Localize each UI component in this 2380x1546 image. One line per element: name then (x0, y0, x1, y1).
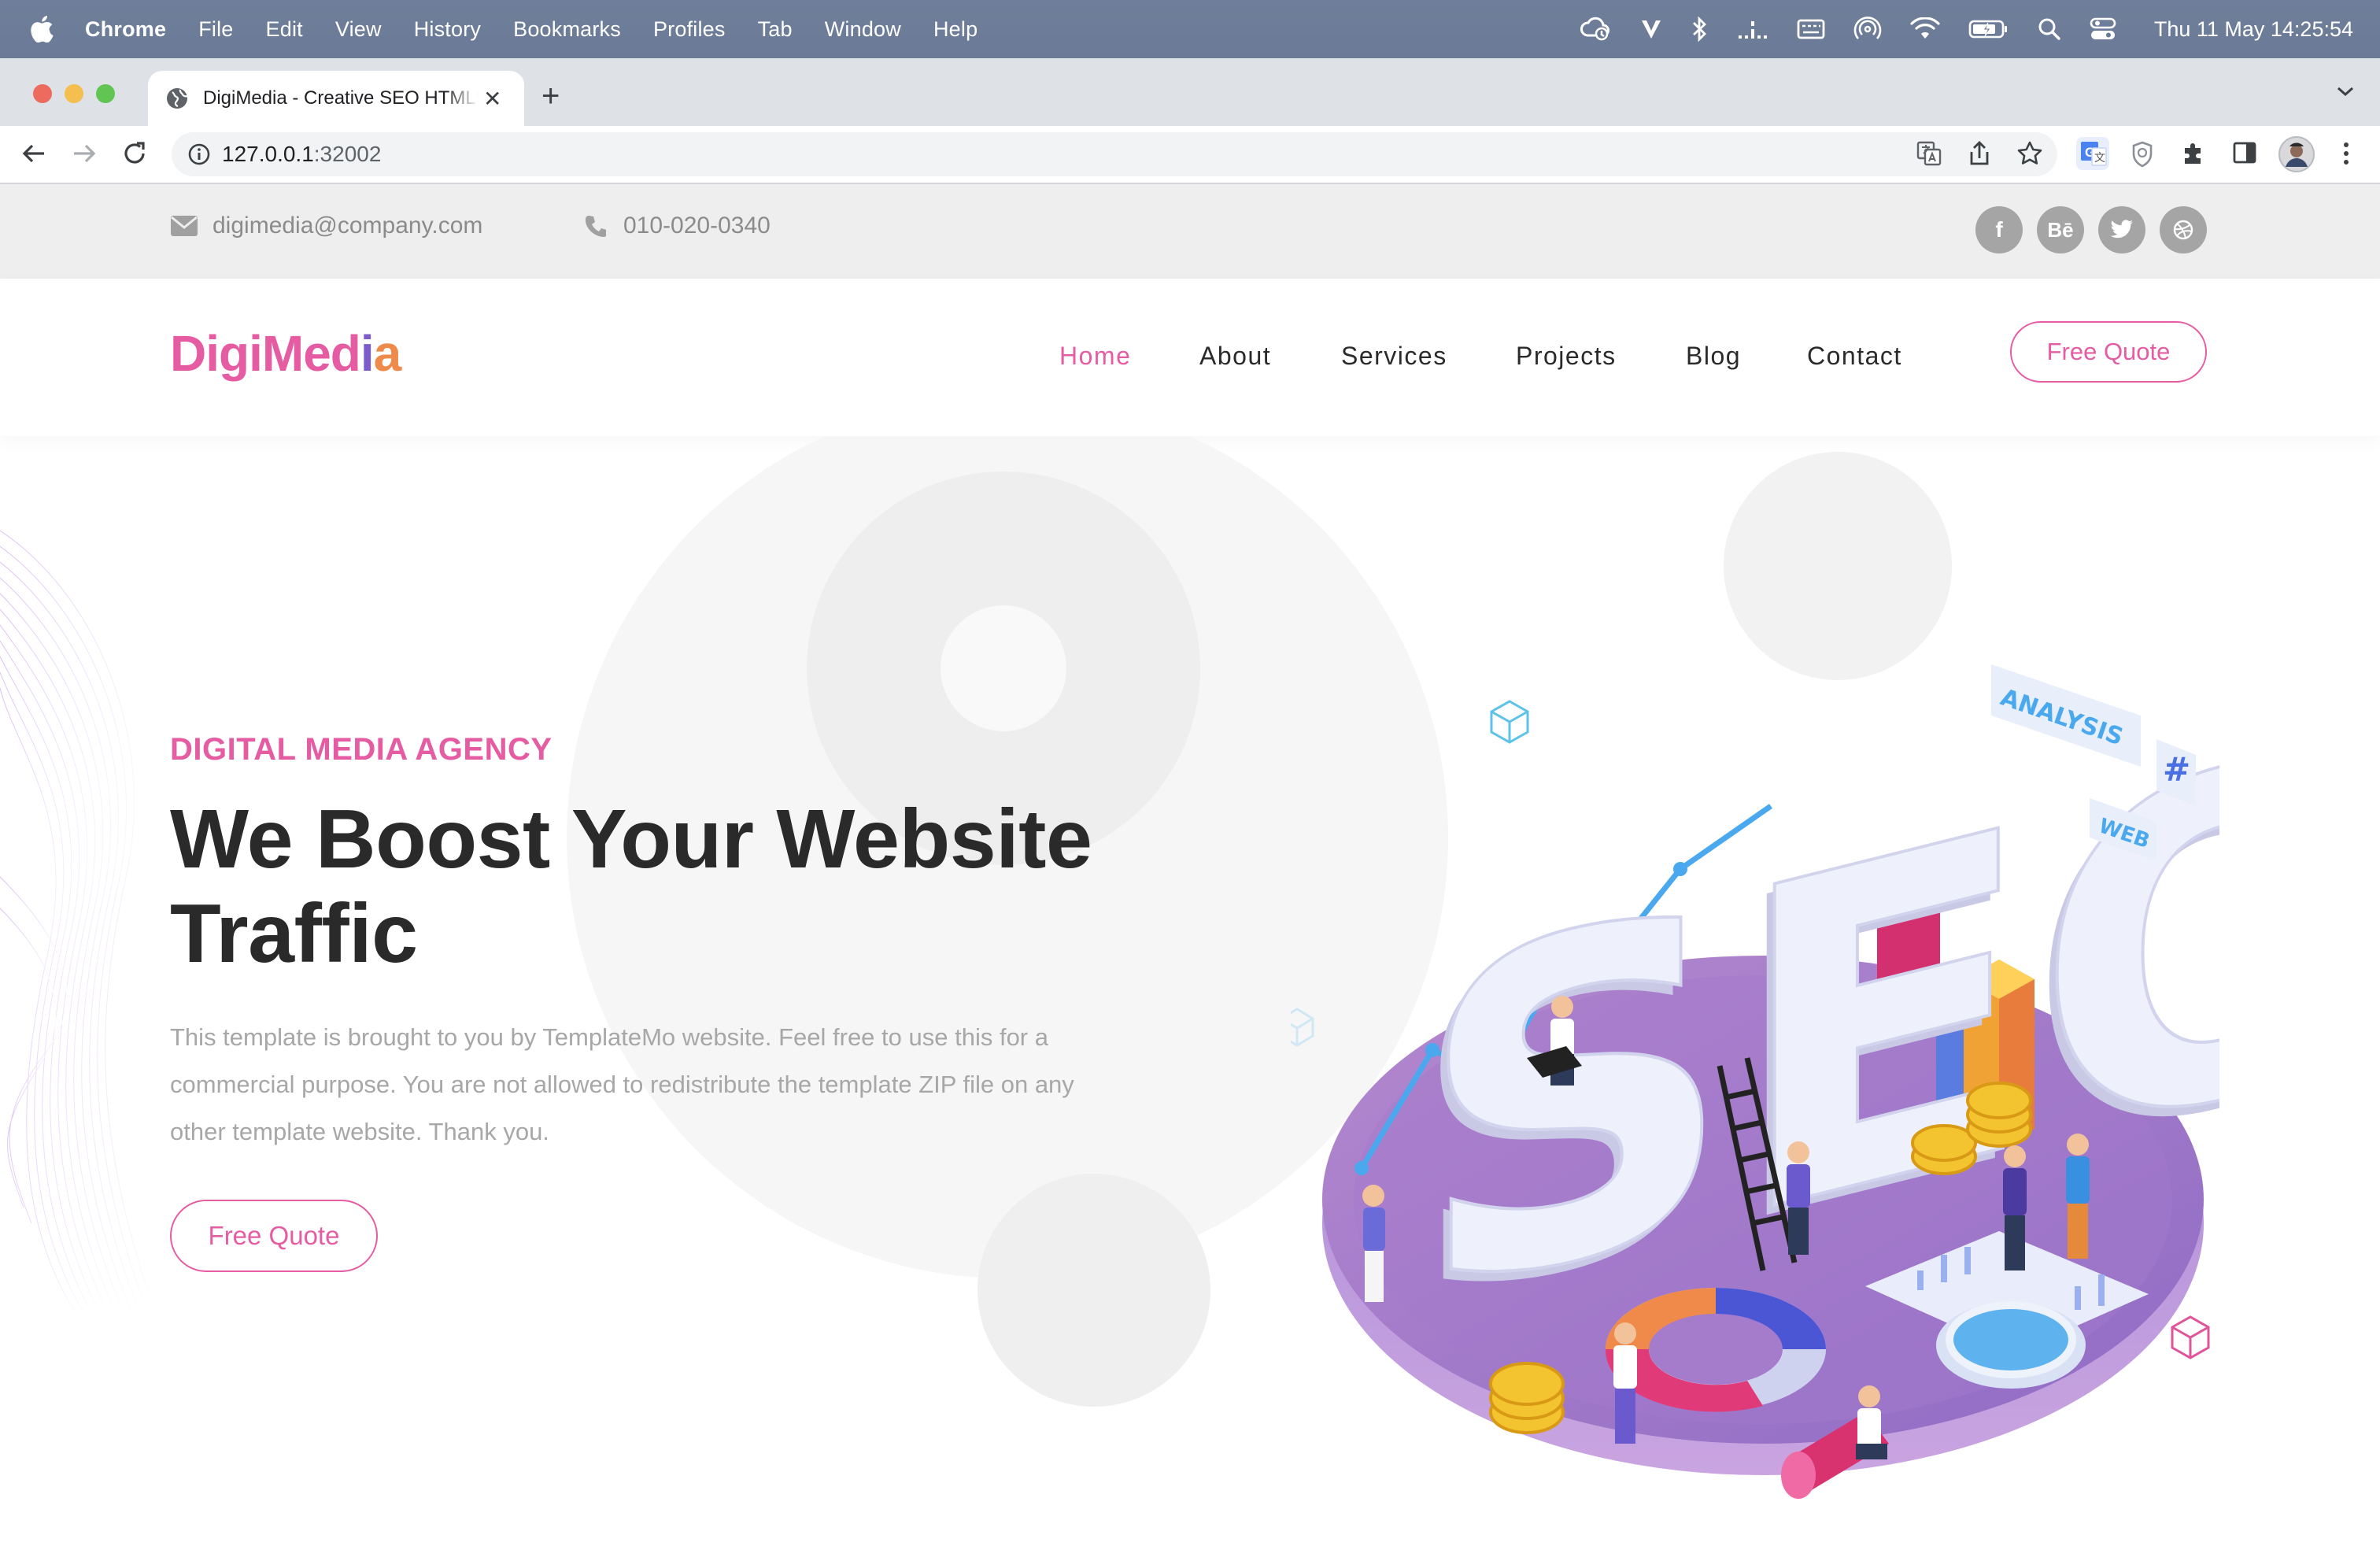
menu-bookmarks[interactable]: Bookmarks (513, 17, 621, 42)
reload-icon[interactable] (121, 140, 148, 171)
logo-text-main: DigiMed (170, 325, 361, 382)
bluetooth-icon[interactable] (1691, 16, 1709, 43)
chrome-menu-icon[interactable] (2342, 140, 2350, 171)
hero-description: This template is brought to you by Templ… (170, 1023, 1074, 1145)
translate-page-icon[interactable] (1916, 140, 1942, 171)
site-info-icon[interactable] (187, 142, 211, 170)
facebook-label: f (1995, 217, 2003, 242)
shield-extension-icon[interactable] (2130, 140, 2155, 172)
tab-close-icon[interactable]: ✕ (483, 86, 501, 112)
menu-view[interactable]: View (335, 17, 382, 42)
cellular-icon[interactable] (1737, 18, 1768, 40)
profile-avatar[interactable] (2278, 135, 2315, 177)
side-panel-icon[interactable] (2232, 140, 2257, 169)
nav-services[interactable]: Services (1341, 342, 1447, 371)
nav-projects[interactable]: Projects (1516, 342, 1617, 371)
spotlight-search-icon[interactable] (2038, 17, 2061, 41)
svg-text:文: 文 (2094, 151, 2105, 164)
browser-tab-strip: DigiMedia - Creative SEO HTML5 Template … (0, 58, 2380, 126)
bookmark-star-icon[interactable] (2016, 140, 2043, 171)
google-translate-extension-icon[interactable]: G文 (2075, 135, 2111, 176)
top-info-bar: digimedia@company.com 010-020-0340 f Bē … (0, 184, 2380, 279)
menubar-clock[interactable]: Thu 11 May 14:25:54 (2154, 17, 2353, 42)
hero-headline-line1: We Boost Your Website (170, 793, 1092, 886)
browser-toolbar: 127.0.0.1:32002 G文 (0, 126, 2380, 184)
menu-help[interactable]: Help (933, 17, 978, 42)
hero-eyebrow: DIGITAL MEDIA AGENCY (170, 732, 552, 767)
menu-profiles[interactable]: Profiles (653, 17, 726, 42)
email-text: digimedia@company.com (213, 213, 483, 239)
back-arrow-icon[interactable] (20, 140, 47, 171)
menu-file[interactable]: File (198, 17, 233, 42)
window-minimize-button[interactable] (65, 84, 83, 103)
contact-phone[interactable]: 010-020-0340 (584, 213, 771, 239)
nav-contact[interactable]: Contact (1807, 342, 1902, 371)
seo-isometric-illustration: SEO SEO ANALYSIS # WEB (1291, 636, 2219, 1499)
behance-icon[interactable]: Bē (2037, 206, 2084, 253)
airdrop-icon[interactable] (1853, 15, 1882, 43)
globe-favicon-icon (165, 87, 189, 110)
apple-icon[interactable] (30, 16, 61, 43)
logo-text-end: a (373, 325, 402, 382)
site-logo[interactable]: DigiMedia (170, 324, 401, 383)
new-tab-plus-icon[interactable]: + (541, 79, 560, 114)
tab-search-chevron-icon[interactable] (2336, 85, 2355, 102)
nav-home[interactable]: Home (1059, 342, 1131, 371)
header-free-quote-button[interactable]: Free Quote (2010, 321, 2207, 383)
facebook-icon[interactable]: f (1975, 206, 2023, 253)
envelope-icon (170, 215, 198, 237)
url-port: :32002 (313, 142, 382, 166)
logo-text-i: i (360, 325, 375, 382)
vpn-v-icon[interactable] (1639, 17, 1663, 41)
svg-text:#: # (2163, 750, 2190, 789)
menu-window[interactable]: Window (825, 17, 901, 42)
web-page: digimedia@company.com 010-020-0340 f Bē … (0, 184, 2380, 1546)
keyboard-icon[interactable] (1797, 18, 1825, 40)
menu-app-name[interactable]: Chrome (85, 17, 166, 42)
window-zoom-button[interactable] (96, 84, 115, 103)
share-icon[interactable] (1968, 140, 1991, 171)
control-center-icon[interactable] (2090, 17, 2116, 41)
wifi-icon[interactable] (1910, 17, 1940, 41)
menu-edit[interactable]: Edit (266, 17, 303, 42)
cloud-sync-icon[interactable] (1580, 17, 1611, 42)
forward-arrow-icon[interactable] (71, 140, 98, 171)
behance-label: Bē (2047, 217, 2074, 242)
tab-title: DigiMedia - Creative SEO HTML5 Template (203, 87, 479, 109)
macos-menubar: Chrome File Edit View History Bookmarks … (0, 0, 2380, 58)
menu-history[interactable]: History (414, 17, 481, 42)
browser-tab-active[interactable]: DigiMedia - Creative SEO HTML5 Template … (148, 71, 524, 126)
phone-icon (584, 214, 606, 238)
hero-free-quote-button[interactable]: Free Quote (170, 1200, 378, 1272)
nav-about[interactable]: About (1199, 342, 1271, 371)
dribbble-icon[interactable]: d (2160, 206, 2207, 253)
contact-email[interactable]: digimedia@company.com (170, 213, 482, 239)
hero-headline: We Boost Your Website Traffic (170, 792, 1193, 981)
twitter-icon[interactable]: t (2098, 206, 2145, 253)
menu-tab[interactable]: Tab (758, 17, 793, 42)
hero-headline-line2: Traffic (170, 887, 418, 980)
window-close-button[interactable] (33, 84, 52, 103)
extensions-puzzle-icon[interactable] (2180, 140, 2207, 171)
address-bar[interactable]: 127.0.0.1:32002 (172, 132, 2057, 176)
nav-blog[interactable]: Blog (1686, 342, 1741, 371)
battery-icon[interactable] (1968, 18, 2009, 40)
url-host: 127.0.0.1 (222, 142, 314, 166)
phone-text: 010-020-0340 (623, 213, 771, 239)
